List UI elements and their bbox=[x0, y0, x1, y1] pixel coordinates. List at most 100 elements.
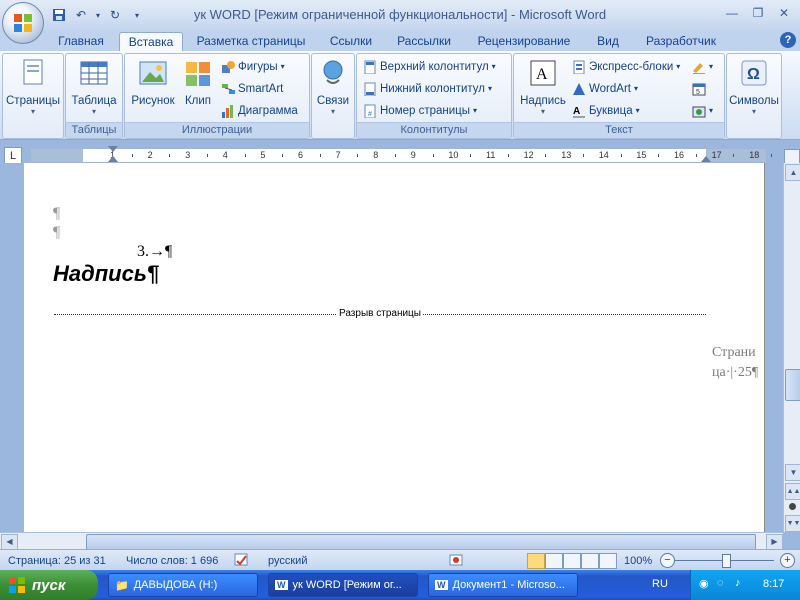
ruler-tick bbox=[282, 154, 284, 157]
language-status[interactable]: русский bbox=[268, 553, 307, 569]
draft-view-button[interactable] bbox=[599, 553, 617, 569]
window-title: ук WORD [Режим ограниченной функциональн… bbox=[193, 7, 607, 22]
scroll-left-button[interactable]: ◀ bbox=[1, 534, 18, 550]
tab-developer[interactable]: Разработчик bbox=[638, 32, 724, 51]
page-number-field: Страни ца·|·25¶ bbox=[712, 343, 772, 383]
previous-page-button[interactable]: ▲▲ bbox=[785, 483, 800, 500]
textbox-button[interactable]: A Надпись ▾ bbox=[516, 58, 570, 116]
smartart-button[interactable]: SmartArt bbox=[221, 80, 283, 98]
spelling-check-icon[interactable] bbox=[234, 553, 250, 569]
horizontal-scrollbar[interactable]: ◀ ▶ bbox=[0, 532, 783, 550]
header-button[interactable]: Верхний колонтитул ▾ bbox=[363, 58, 496, 76]
tray-app-icon[interactable]: ◉ bbox=[699, 577, 709, 590]
word-doc-icon: W bbox=[435, 580, 448, 590]
help-icon[interactable]: ? bbox=[780, 32, 796, 48]
full-screen-reading-view-button[interactable] bbox=[545, 553, 563, 569]
document-page[interactable]: ¶ ¶ 3.→¶ Надпись¶ Разрыв страницы Страни… bbox=[24, 163, 765, 532]
print-layout-view-button[interactable] bbox=[527, 553, 545, 569]
svg-text:5: 5 bbox=[696, 89, 700, 96]
web-layout-view-button[interactable] bbox=[563, 553, 581, 569]
outline-view-button[interactable] bbox=[581, 553, 599, 569]
minimize-button[interactable]: — bbox=[720, 4, 744, 22]
tab-insert[interactable]: Вставка bbox=[119, 32, 183, 52]
textbox-label: Надпись bbox=[520, 95, 566, 107]
scroll-right-button[interactable]: ▶ bbox=[766, 534, 783, 550]
picture-button[interactable]: Рисунок bbox=[127, 58, 179, 107]
links-icon bbox=[323, 60, 343, 84]
page-number-dropdown-icon: ▾ bbox=[473, 106, 478, 115]
pages-button[interactable]: Страницы ▾ bbox=[5, 58, 61, 116]
object-button[interactable]: ▾ bbox=[692, 102, 713, 120]
ruler-tick bbox=[695, 154, 697, 157]
scroll-up-button[interactable]: ▲ bbox=[785, 164, 800, 181]
word-count-status[interactable]: Число слов: 1 696 bbox=[126, 553, 218, 569]
zoom-level[interactable]: 100% bbox=[624, 553, 652, 569]
object-dropdown-icon: ▾ bbox=[709, 106, 714, 115]
office-button[interactable] bbox=[2, 2, 44, 44]
datetime-button[interactable]: 5 bbox=[692, 80, 706, 98]
tab-review[interactable]: Рецензирование bbox=[472, 32, 576, 51]
hanging-indent-marker[interactable] bbox=[108, 156, 118, 162]
status-bar: Страница: 25 из 31 Число слов: 1 696 рус… bbox=[0, 549, 800, 571]
vertical-scroll-thumb[interactable] bbox=[785, 369, 800, 401]
next-page-button[interactable]: ▼▼ bbox=[785, 515, 800, 532]
taskbar-item-label: Документ1 - Microso... bbox=[452, 579, 565, 591]
table-button[interactable]: Таблица ▾ bbox=[68, 58, 120, 116]
chart-button[interactable]: Диаграмма bbox=[221, 102, 298, 120]
scroll-down-button[interactable]: ▼ bbox=[785, 464, 800, 481]
quickparts-icon bbox=[573, 60, 585, 74]
tab-references[interactable]: Ссылки bbox=[322, 32, 380, 51]
page-count-status[interactable]: Страница: 25 из 31 bbox=[8, 553, 106, 569]
dropcap-dropdown-icon: ▾ bbox=[635, 106, 640, 115]
tray-network-icon[interactable]: ◌ bbox=[717, 577, 724, 589]
quickparts-button[interactable]: Экспресс-блоки ▾ bbox=[572, 58, 680, 76]
taskbar-item-word-active[interactable]: W ук WORD [Режим ог... bbox=[268, 573, 418, 597]
zoom-in-button[interactable]: + bbox=[780, 553, 795, 568]
taskbar-item-folder[interactable]: 📁 ДАВЫДОВА (H:) bbox=[108, 573, 258, 597]
ruler-tick bbox=[169, 154, 171, 157]
vertical-scrollbar[interactable]: ▲ ▼ ▲▲ ▼▼ bbox=[783, 163, 800, 532]
ruler-tick bbox=[432, 154, 434, 157]
tab-mailings[interactable]: Рассылки bbox=[390, 32, 458, 51]
tab-view[interactable]: Вид bbox=[588, 32, 628, 51]
horizontal-scroll-thumb[interactable] bbox=[86, 534, 756, 550]
tray-volume-icon[interactable]: ♪ bbox=[735, 577, 741, 589]
tab-page-layout[interactable]: Разметка страницы bbox=[192, 32, 310, 51]
right-indent-marker[interactable] bbox=[701, 156, 711, 162]
start-label: пуск bbox=[32, 576, 66, 594]
shapes-button[interactable]: Фигуры ▾ bbox=[221, 58, 285, 76]
select-browse-object-button[interactable] bbox=[789, 503, 796, 510]
wordart-icon bbox=[573, 83, 585, 95]
symbols-button[interactable]: Ω Символы ▾ bbox=[727, 58, 781, 116]
clock[interactable]: 8:17 bbox=[763, 578, 784, 590]
document-area[interactable]: ¶ ¶ 3.→¶ Надпись¶ Разрыв страницы Страни… bbox=[0, 163, 783, 532]
start-button[interactable]: пуск bbox=[0, 570, 98, 600]
wordart-button[interactable]: WordArt ▾ bbox=[572, 80, 638, 98]
shapes-dropdown-icon: ▾ bbox=[280, 62, 285, 71]
word-doc-icon: W bbox=[275, 580, 288, 590]
macro-record-icon[interactable] bbox=[449, 553, 463, 569]
dropcap-button[interactable]: A Буквица ▾ bbox=[572, 102, 640, 120]
header-label: Верхний колонтитул bbox=[380, 61, 489, 73]
tab-home[interactable]: Главная bbox=[50, 32, 112, 51]
language-indicator[interactable]: RU bbox=[652, 578, 668, 590]
zoom-out-button[interactable]: − bbox=[660, 553, 675, 568]
taskbar-item-word[interactable]: W Документ1 - Microso... bbox=[428, 573, 578, 597]
ruler-tick bbox=[244, 154, 246, 157]
zoom-slider-thumb[interactable] bbox=[722, 554, 731, 568]
links-button[interactable]: Связи ▾ bbox=[313, 58, 353, 116]
symbols-dropdown-icon: ▾ bbox=[751, 107, 756, 116]
page-number-button[interactable]: # Номер страницы ▾ bbox=[363, 102, 477, 120]
ruler-tick bbox=[507, 154, 509, 157]
window-controls: — ❐ ✕ bbox=[720, 4, 796, 22]
ruler-left-margin bbox=[31, 149, 83, 162]
first-line-indent-marker[interactable] bbox=[108, 146, 118, 152]
title-bar: ↶ ▾ ↻ ▾ ук WORD [Режим ограниченной функ… bbox=[0, 0, 800, 31]
restore-button[interactable]: ❐ bbox=[746, 4, 770, 22]
horizontal-ruler[interactable]: 1 2 3 4 5 6 7 8 9 10 11 12 13 14 15 16 17 18 bbox=[30, 146, 772, 163]
footer-button[interactable]: Нижний колонтитул ▾ bbox=[363, 80, 492, 98]
close-button[interactable]: ✕ bbox=[772, 4, 796, 22]
signature-line-button[interactable]: ▾ bbox=[692, 58, 713, 76]
ruler-number: 12 bbox=[523, 150, 534, 160]
clipart-button[interactable]: Клип bbox=[181, 58, 215, 107]
